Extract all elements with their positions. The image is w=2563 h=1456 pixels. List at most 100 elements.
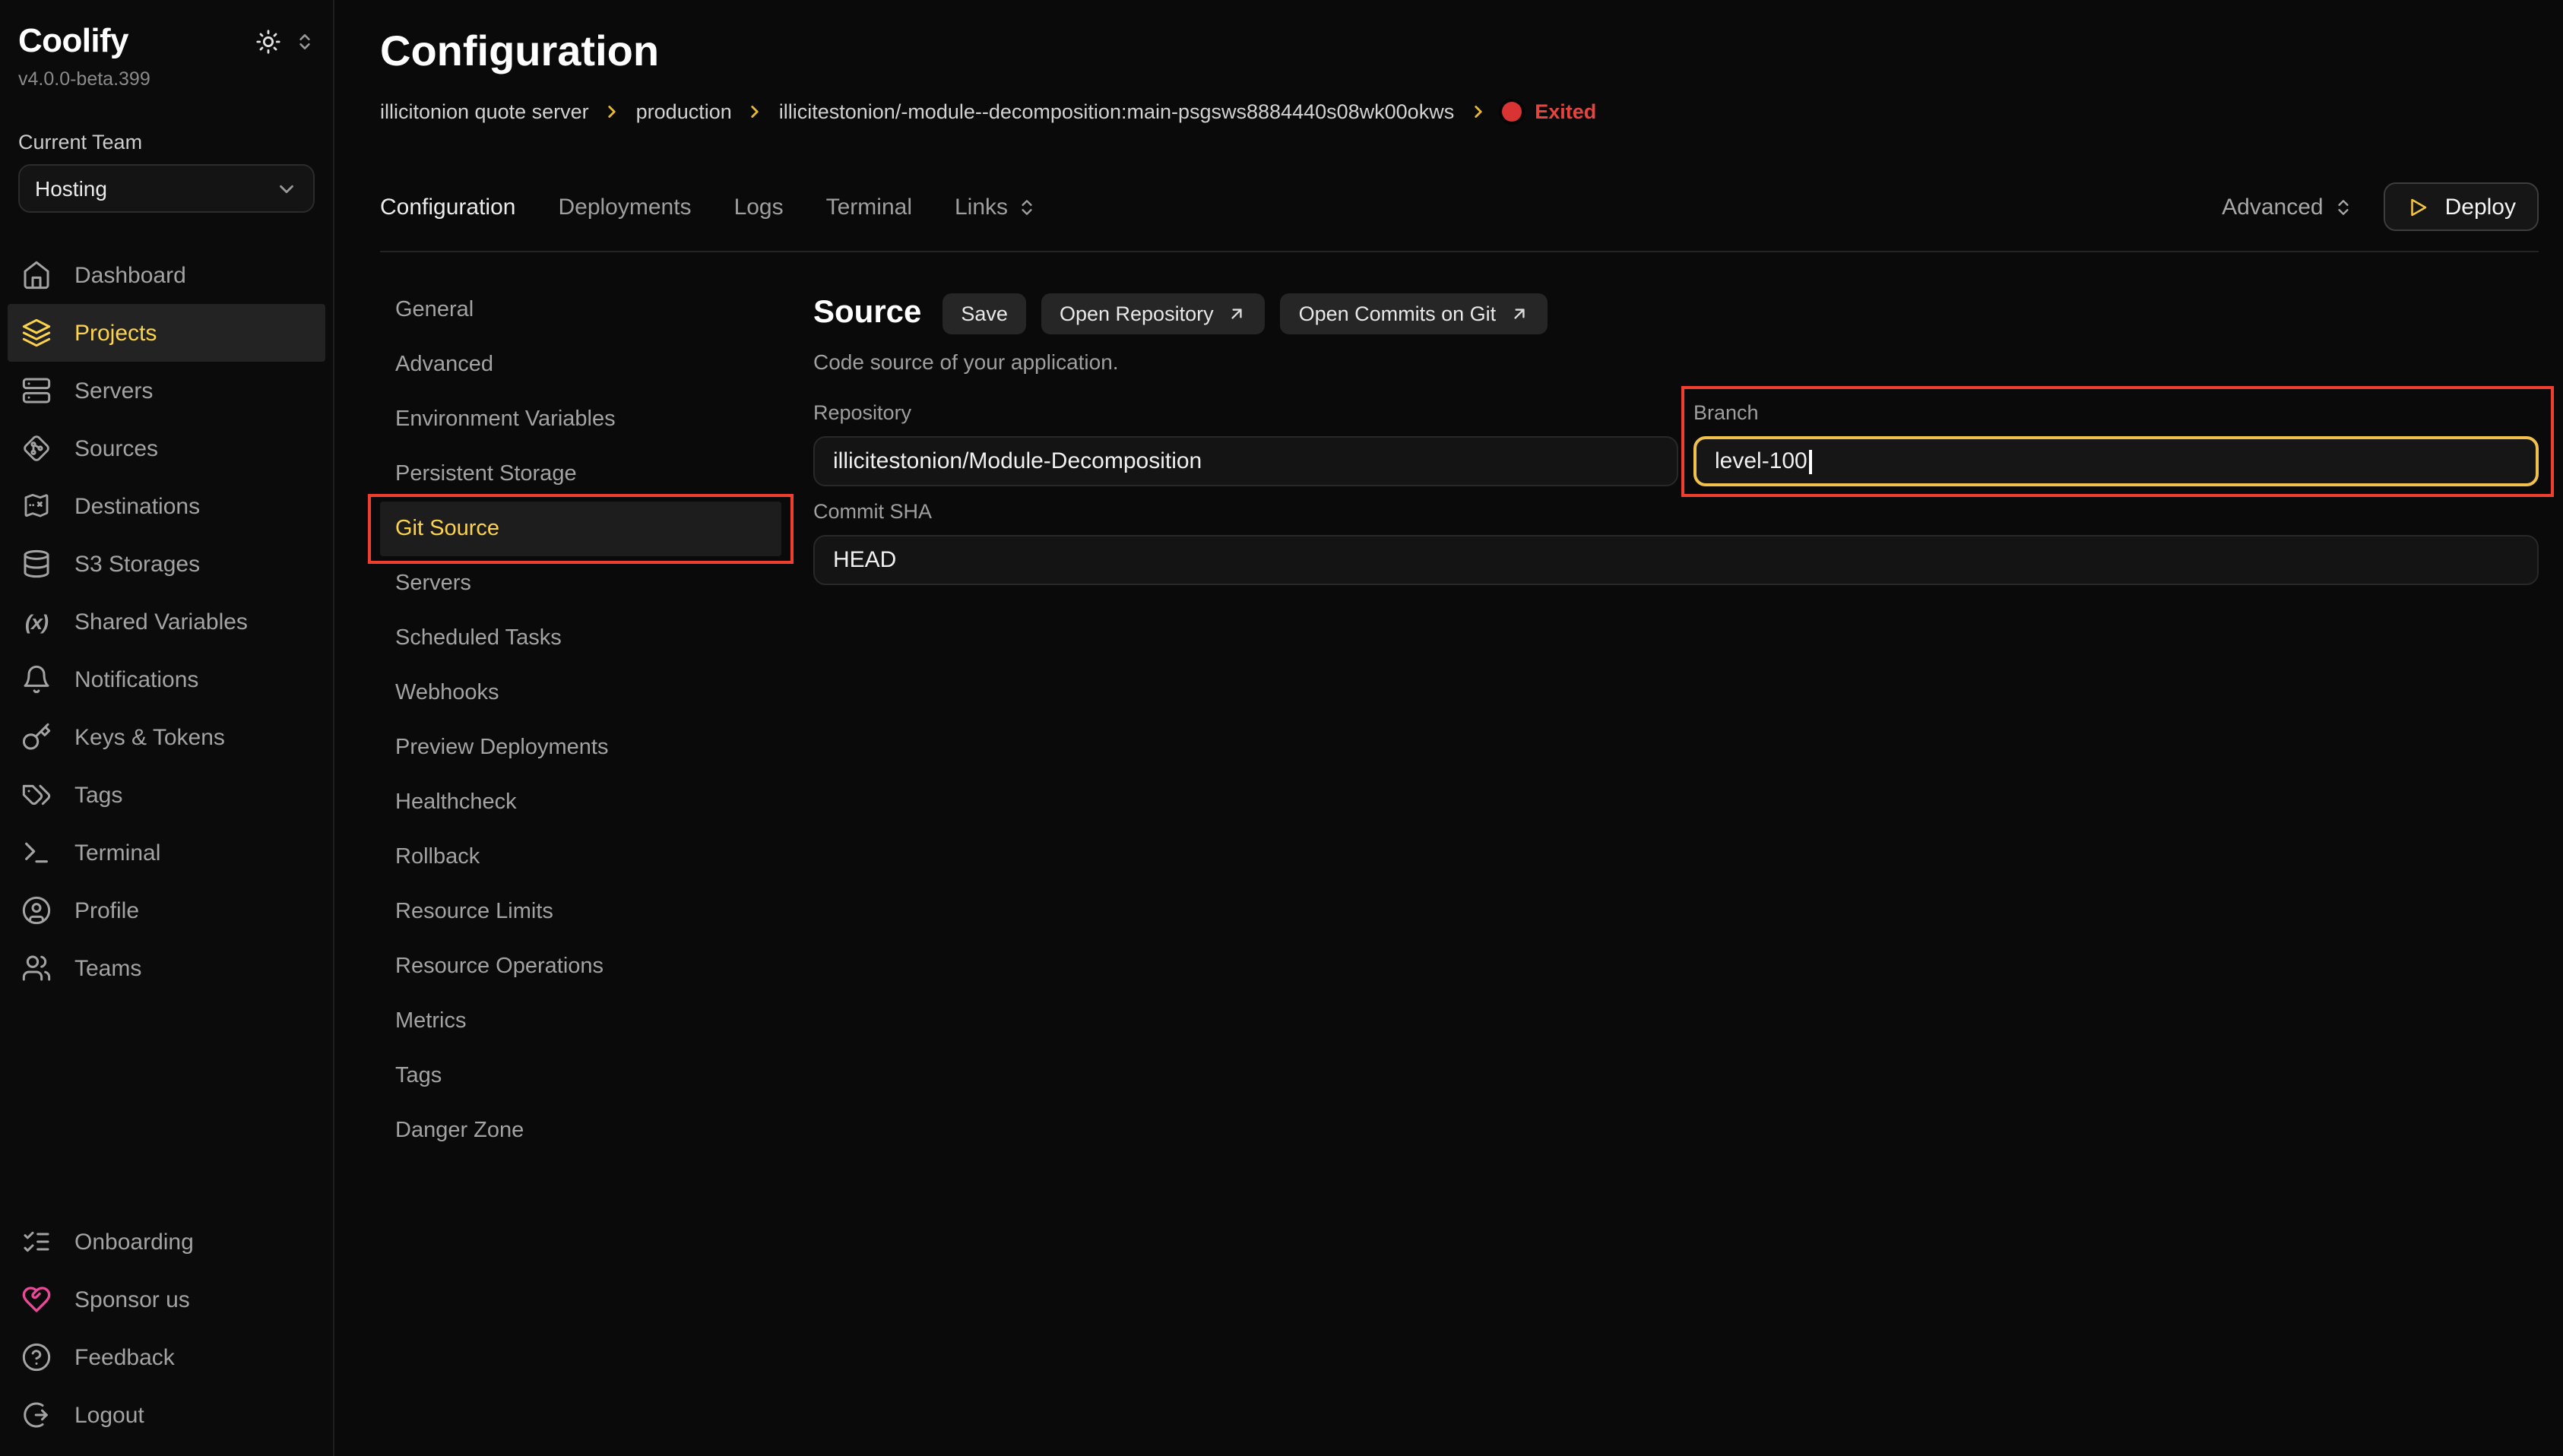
sidebar-item-label: Logout — [74, 1402, 144, 1428]
tab-links[interactable]: Links — [955, 194, 1037, 220]
team-select[interactable]: Hosting — [18, 164, 315, 213]
sidebar-item-s3-storages[interactable]: S3 Storages — [8, 535, 325, 593]
sidebar-item-label: Projects — [74, 320, 157, 346]
open-repository-button[interactable]: Open Repository — [1041, 293, 1266, 334]
sidebar-item-keys-tokens[interactable]: Keys & Tokens — [8, 708, 325, 766]
repository-input[interactable]: illicitestonion/Module-Decomposition — [813, 436, 1678, 486]
sidebar-item-logout[interactable]: Logout — [8, 1386, 325, 1444]
subnav-item-scheduled-tasks[interactable]: Scheduled Tasks — [380, 611, 781, 666]
sidebar-item-tags[interactable]: Tags — [8, 766, 325, 824]
sidebar-item-sponsor[interactable]: Sponsor us — [8, 1271, 325, 1328]
sidebar-item-projects[interactable]: Projects — [8, 304, 325, 362]
sidebar-item-label: Tags — [74, 782, 122, 808]
tab-deployments[interactable]: Deployments — [558, 194, 691, 220]
subnav-item-healthcheck[interactable]: Healthcheck — [380, 775, 781, 830]
commit-sha-input[interactable]: HEAD — [813, 535, 2539, 585]
subnav-item-metrics[interactable]: Metrics — [380, 994, 781, 1049]
arrow-up-right-icon — [1510, 303, 1529, 323]
current-team-label: Current Team — [0, 90, 333, 164]
app-logo: Coolify — [18, 21, 128, 61]
main-content: Configuration illicitonion quote server … — [334, 0, 2563, 1456]
advanced-menu[interactable]: Advanced — [2222, 194, 2353, 220]
config-subnav: General Advanced Environment Variables P… — [380, 283, 813, 1456]
section-heading: Source — [813, 295, 921, 331]
help-circle-icon — [21, 1342, 52, 1372]
chevrons-up-down-icon — [2334, 197, 2354, 217]
sidebar-item-servers[interactable]: Servers — [8, 362, 325, 419]
tab-terminal[interactable]: Terminal — [826, 194, 912, 220]
heart-icon — [21, 1284, 52, 1315]
breadcrumb-project[interactable]: illicitonion quote server — [380, 100, 589, 122]
users-icon — [21, 953, 52, 983]
sidebar-item-label: S3 Storages — [74, 551, 200, 577]
branch-field-group: Branch level-100 — [1693, 401, 2539, 486]
bell-icon — [21, 664, 52, 695]
team-select-value: Hosting — [35, 176, 107, 201]
breadcrumb-environment[interactable]: production — [636, 100, 732, 122]
git-source-form: Source Save Open Repository Open Commits… — [813, 283, 2539, 1456]
subnav-item-resource-limits[interactable]: Resource Limits — [380, 885, 781, 939]
sidebar-item-terminal[interactable]: Terminal — [8, 824, 325, 882]
sidebar-item-notifications[interactable]: Notifications — [8, 650, 325, 708]
sidebar-item-dashboard[interactable]: Dashboard — [8, 246, 325, 304]
subnav-item-rollback[interactable]: Rollback — [380, 830, 781, 885]
server-icon — [21, 375, 52, 406]
play-icon — [2407, 195, 2430, 218]
subnav-item-resource-operations[interactable]: Resource Operations — [380, 939, 781, 994]
section-description: Code source of your application. — [813, 350, 2539, 374]
sidebar-item-teams[interactable]: Teams — [8, 939, 325, 997]
repository-label: Repository — [813, 401, 1678, 424]
theme-sun-icon[interactable] — [255, 28, 281, 54]
sidebar: Coolify v4.0.0-beta.399 Current Team Hos… — [0, 0, 334, 1456]
breadcrumb-application[interactable]: illicitestonion/-module--decomposition:m… — [779, 100, 1454, 122]
breadcrumb: illicitonion quote server production ill… — [380, 97, 2539, 125]
sidebar-item-label: Servers — [74, 378, 153, 404]
subnav-item-danger-zone[interactable]: Danger Zone — [380, 1103, 781, 1158]
subnav-item-persistent-storage[interactable]: Persistent Storage — [380, 447, 781, 502]
tags-icon — [21, 780, 52, 810]
sidebar-item-destinations[interactable]: Destinations — [8, 477, 325, 535]
variable-icon: (x) — [21, 606, 52, 637]
sidebar-item-feedback[interactable]: Feedback — [8, 1328, 325, 1386]
page-title: Configuration — [380, 27, 2539, 76]
theme-select-chevrons-icon[interactable] — [295, 31, 315, 51]
chevron-right-icon — [603, 101, 623, 121]
sidebar-item-shared-variables[interactable]: (x) Shared Variables — [8, 593, 325, 650]
sidebar-item-label: Shared Variables — [74, 609, 248, 635]
sidebar-item-sources[interactable]: Sources — [8, 419, 325, 477]
sidebar-nav: Dashboard Projects Servers Sources Desti… — [0, 246, 333, 997]
deploy-button[interactable]: Deploy — [2384, 182, 2539, 231]
subnav-item-servers[interactable]: Servers — [380, 556, 781, 611]
sidebar-item-label: Sponsor us — [74, 1287, 190, 1312]
subnav-item-general[interactable]: General — [380, 283, 781, 337]
subnav-item-environment-variables[interactable]: Environment Variables — [380, 392, 781, 447]
sidebar-item-profile[interactable]: Profile — [8, 882, 325, 939]
coolify-app: Coolify v4.0.0-beta.399 Current Team Hos… — [0, 0, 2563, 1456]
subnav-item-git-source[interactable]: Git Source — [380, 502, 781, 556]
save-button[interactable]: Save — [943, 293, 1026, 334]
tabs-row: Configuration Deployments Logs Terminal … — [380, 182, 2539, 231]
tab-logs[interactable]: Logs — [734, 194, 784, 220]
sidebar-item-label: Sources — [74, 435, 158, 461]
tab-configuration[interactable]: Configuration — [380, 194, 515, 220]
terminal-icon — [21, 837, 52, 868]
home-icon — [21, 260, 52, 290]
subnav-item-webhooks[interactable]: Webhooks — [380, 666, 781, 720]
subnav-item-preview-deployments[interactable]: Preview Deployments — [380, 720, 781, 775]
tabs: Configuration Deployments Logs Terminal … — [380, 194, 1037, 220]
app-version: v4.0.0-beta.399 — [0, 61, 333, 90]
subnav-item-advanced[interactable]: Advanced — [380, 337, 781, 392]
sidebar-item-label: Teams — [74, 955, 141, 981]
arrow-up-right-icon — [1228, 303, 1247, 323]
sidebar-item-label: Profile — [74, 897, 139, 923]
commit-sha-label: Commit SHA — [813, 500, 2539, 523]
open-commits-button[interactable]: Open Commits on Git — [1281, 293, 1548, 334]
branch-label: Branch — [1693, 401, 2539, 424]
branch-input[interactable]: level-100 — [1693, 436, 2539, 486]
status-dot-icon — [1501, 101, 1521, 121]
database-icon — [21, 549, 52, 579]
sidebar-item-onboarding[interactable]: Onboarding — [8, 1213, 325, 1271]
status-badge: Exited — [1535, 100, 1596, 122]
subnav-item-tags[interactable]: Tags — [380, 1049, 781, 1103]
chevron-down-icon — [275, 177, 298, 200]
